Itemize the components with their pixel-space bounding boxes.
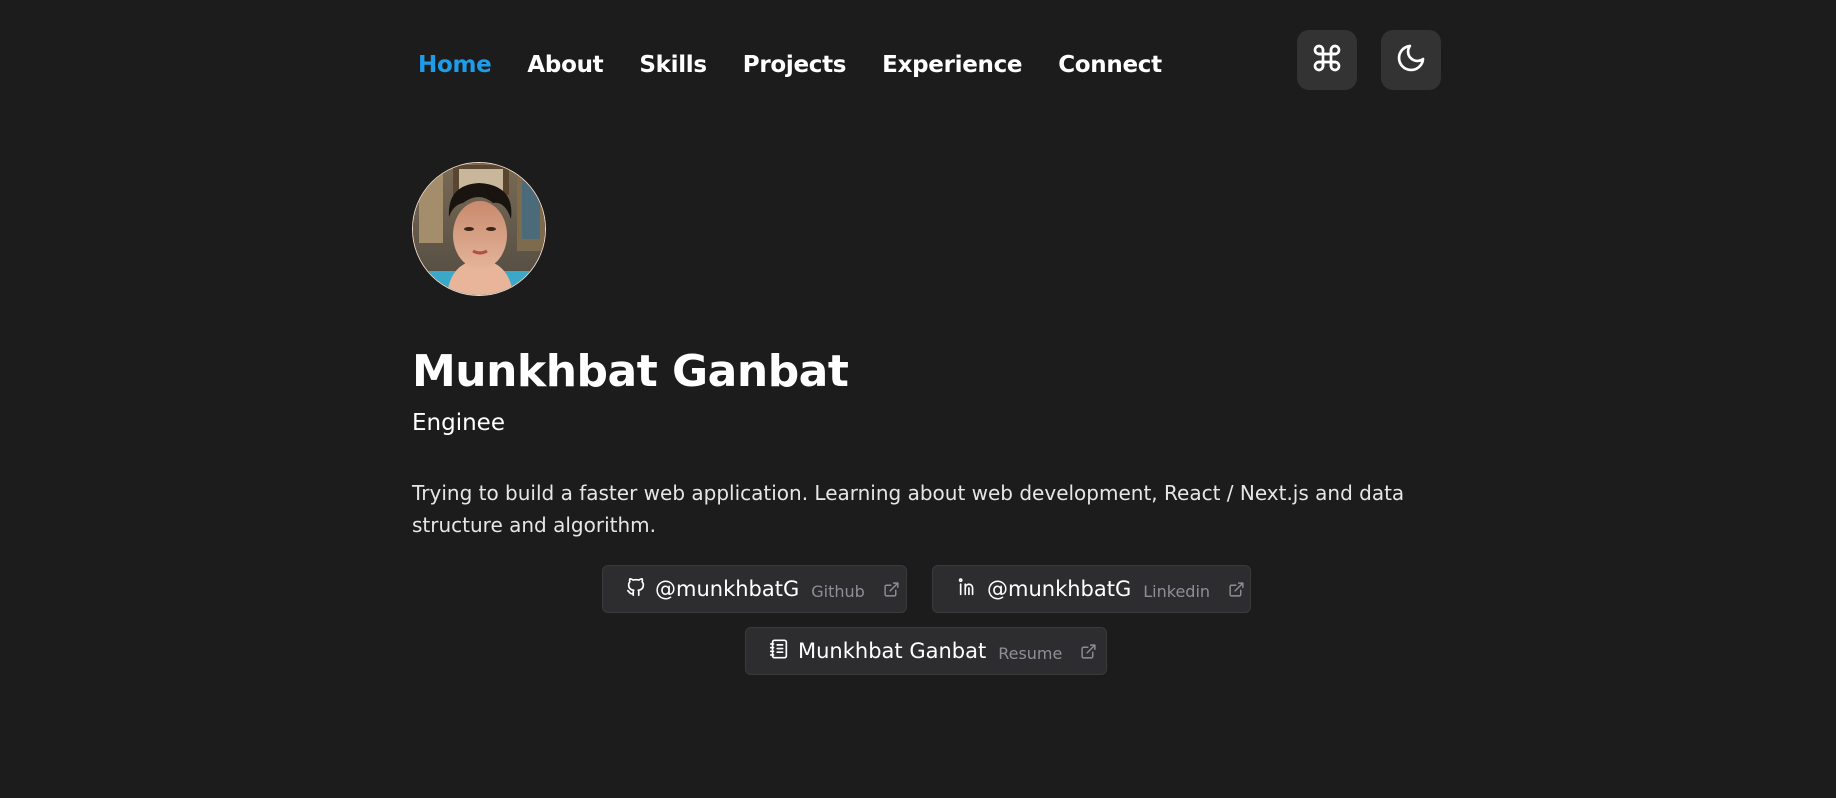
top-nav: Home About Skills Projects Experience Co…	[418, 50, 1162, 80]
linkedin-icon	[957, 576, 979, 602]
external-link-icon	[883, 581, 900, 598]
resume-link-card[interactable]: Munkhbat Ganbat Resume	[745, 627, 1107, 675]
nav-item-skills[interactable]: Skills	[639, 50, 707, 80]
command-palette-button[interactable]	[1297, 30, 1357, 90]
external-link-icon	[1080, 643, 1097, 660]
profile-role: Enginee	[412, 410, 505, 436]
linkedin-handle: @munkhbatG	[987, 577, 1132, 601]
linkedin-label: Linkedin	[1143, 581, 1211, 601]
nav-item-about[interactable]: About	[527, 50, 603, 80]
nav-item-projects[interactable]: Projects	[743, 50, 847, 80]
theme-toggle-button[interactable]	[1381, 30, 1441, 90]
external-link-icon	[1228, 581, 1245, 598]
resume-label: Resume	[998, 643, 1063, 663]
command-icon	[1311, 42, 1343, 78]
nav-item-experience[interactable]: Experience	[882, 50, 1022, 80]
nav-item-home[interactable]: Home	[418, 50, 492, 80]
linkedin-link-card[interactable]: @munkhbatG Linkedin	[932, 565, 1251, 613]
github-link-card[interactable]: @munkhbatG Github	[602, 565, 907, 613]
avatar	[412, 162, 546, 296]
moon-icon	[1395, 42, 1427, 78]
notebook-icon	[768, 638, 790, 664]
github-label: Github	[811, 581, 865, 601]
page: Home About Skills Projects Experience Co…	[0, 0, 1836, 798]
profile-bio: Trying to build a faster web application…	[412, 481, 1405, 537]
nav-item-connect[interactable]: Connect	[1058, 50, 1162, 80]
profile-name: Munkhbat Ganbat	[412, 346, 849, 397]
resume-name: Munkhbat Ganbat	[798, 639, 987, 663]
github-icon	[625, 576, 647, 602]
github-handle: @munkhbatG	[655, 577, 800, 601]
